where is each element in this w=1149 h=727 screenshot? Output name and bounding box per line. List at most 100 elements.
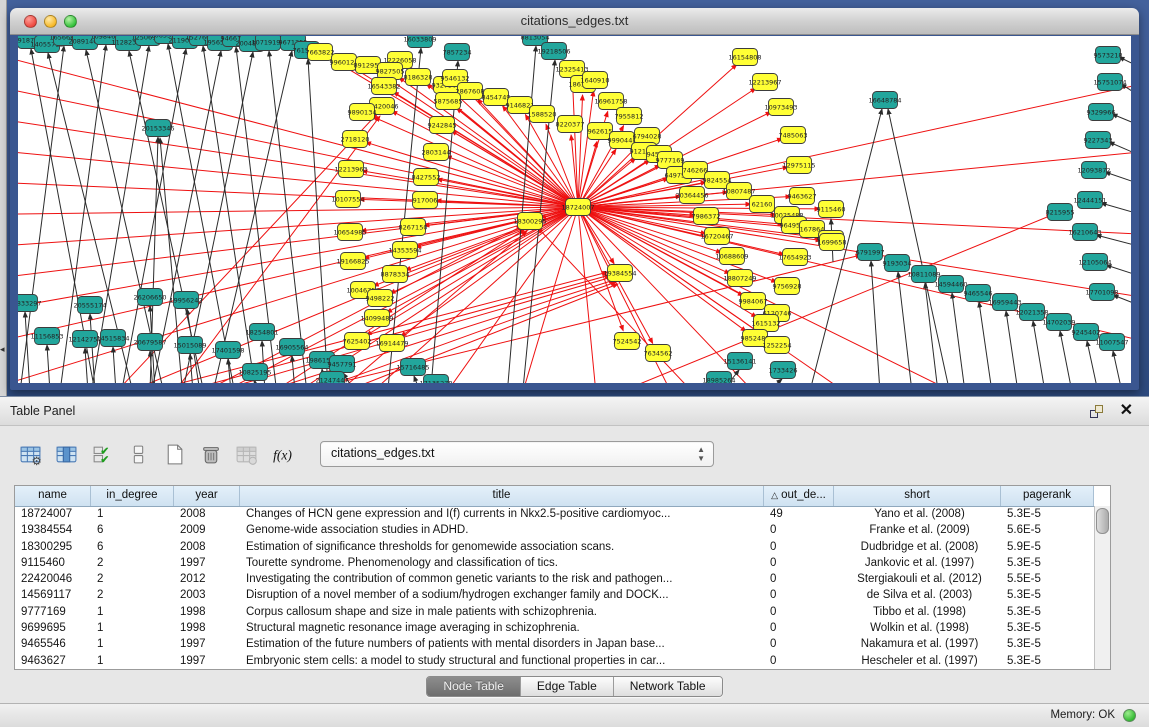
network-node[interactable]: 17401598: [211, 342, 244, 359]
network-node[interactable]: 8878334: [381, 266, 410, 283]
network-node[interactable]: 20364456: [675, 187, 708, 204]
show-columns-icon[interactable]: [50, 439, 82, 469]
network-node[interactable]: 16543382: [367, 78, 400, 95]
network-node[interactable]: 9984067: [739, 293, 768, 310]
network-node[interactable]: 12213967: [748, 74, 781, 91]
network-node[interactable]: 19166825: [336, 253, 369, 270]
network-node[interactable]: 19218506: [537, 43, 570, 60]
network-node[interactable]: 8220377: [556, 116, 585, 133]
network-node[interactable]: 8215955: [1046, 204, 1075, 221]
network-node[interactable]: 18254801: [245, 324, 278, 341]
column-header-in_degree[interactable]: in_degree: [91, 486, 174, 506]
table-row[interactable]: 2242004622012Investigating the contribut…: [15, 571, 1094, 587]
network-node[interactable]: 2803144: [422, 144, 451, 161]
column-header-short[interactable]: short: [834, 486, 1001, 506]
network-node[interactable]: 12093872: [1077, 162, 1110, 179]
network-node[interactable]: 9457791: [328, 356, 357, 373]
network-node[interactable]: 12213963: [334, 161, 367, 178]
network-node[interactable]: 9777169: [656, 152, 685, 169]
network-node[interactable]: 18985264: [702, 372, 735, 384]
network-node[interactable]: 9498222: [366, 290, 395, 307]
float-panel-icon[interactable]: [1089, 404, 1105, 420]
network-node[interactable]: 10654985: [333, 224, 366, 241]
network-node[interactable]: 12975115: [782, 157, 815, 174]
table-row[interactable]: 977716911998Corpus callosum shape and si…: [15, 604, 1094, 620]
network-node[interactable]: 17701098: [1085, 284, 1118, 301]
row-stack-icon[interactable]: [122, 439, 154, 469]
table-row[interactable]: 1456911722003Disruption of a novel membe…: [15, 587, 1094, 603]
network-node[interactable]: 8427552: [412, 169, 441, 186]
collapse-arrow-icon[interactable]: ◂: [0, 344, 5, 355]
network-node[interactable]: 1252254: [763, 337, 792, 354]
network-node[interactable]: 20555174: [73, 297, 106, 314]
network-node[interactable]: 20153346: [141, 120, 174, 137]
new-document-icon[interactable]: [158, 439, 190, 469]
table-row[interactable]: 911546021997Tourette syndrome. Phenomeno…: [15, 555, 1094, 571]
network-node[interactable]: 21247447: [315, 372, 348, 384]
network-node[interactable]: 7524542: [613, 333, 642, 350]
network-node[interactable]: 16210643: [1068, 224, 1101, 241]
network-node[interactable]: 18807249: [723, 270, 756, 287]
network-node[interactable]: 9890134: [348, 104, 377, 121]
network-node[interactable]: 18724007: [561, 199, 594, 216]
network-node[interactable]: 1615132: [752, 315, 781, 332]
network-node[interactable]: 11007547: [1095, 334, 1128, 351]
network-node[interactable]: 7986372: [692, 208, 721, 225]
network-node[interactable]: 19956242: [169, 292, 202, 309]
network-node[interactable]: 17654923: [778, 249, 811, 266]
network-node[interactable]: 12444151: [1073, 192, 1106, 209]
network-node[interactable]: 16033809: [403, 36, 436, 48]
table-select-dropdown[interactable]: citations_edges.txt▲▼: [320, 441, 714, 467]
network-node[interactable]: 8267150: [399, 219, 428, 236]
column-header-year[interactable]: year: [174, 486, 240, 506]
network-node[interactable]: 6794028: [633, 128, 662, 145]
scrollbar-thumb[interactable]: [1096, 508, 1109, 534]
network-node[interactable]: 16154808: [728, 49, 761, 66]
table-row[interactable]: 1938455462009Genome-wide association stu…: [15, 522, 1094, 538]
network-node[interactable]: 16961758: [594, 93, 627, 110]
network-node[interactable]: 14099489: [360, 310, 393, 327]
network-node[interactable]: 8186328: [404, 69, 433, 86]
network-node[interactable]: 917006: [413, 192, 438, 209]
column-header-pagerank[interactable]: pagerank: [1001, 486, 1094, 506]
network-node[interactable]: 10825195: [238, 364, 271, 381]
column-header-out_de[interactable]: △out_de...: [764, 486, 834, 506]
network-node[interactable]: 9115460: [817, 201, 846, 218]
window-titlebar[interactable]: citations_edges.txt: [10, 8, 1139, 35]
tab-edge-table[interactable]: Edge Table: [521, 677, 614, 696]
network-node[interactable]: 2718120: [341, 131, 370, 148]
network-node[interactable]: 16905564: [275, 339, 308, 356]
network-node[interactable]: 9242845: [428, 117, 457, 134]
network-node[interactable]: 1640910: [581, 72, 610, 89]
network-node[interactable]: 15015089: [173, 337, 206, 354]
function-builder-icon[interactable]: f(x): [266, 439, 298, 469]
network-node[interactable]: 12105064: [1078, 254, 1111, 271]
network-node[interactable]: 7857234: [443, 44, 472, 61]
tab-network-table[interactable]: Network Table: [614, 677, 722, 696]
network-node[interactable]: 10688609: [715, 248, 748, 265]
vertical-scrollbar[interactable]: [1094, 506, 1110, 669]
network-node[interactable]: 20679587: [133, 334, 166, 351]
column-header-name[interactable]: name: [15, 486, 91, 506]
network-node[interactable]: 15716485: [396, 359, 429, 376]
network-node[interactable]: 16914479: [375, 335, 408, 352]
network-node[interactable]: 19384554: [603, 265, 636, 282]
column-header-title[interactable]: title: [240, 486, 764, 506]
table-row[interactable]: 946554611997Estimation of the future num…: [15, 636, 1094, 652]
network-node[interactable]: 9827505: [376, 63, 405, 80]
table-row[interactable]: 969969511998Structural magnetic resonanc…: [15, 620, 1094, 636]
network-node[interactable]: 9329966: [1087, 104, 1116, 121]
network-node[interactable]: 16720467: [700, 228, 733, 245]
network-node[interactable]: 1699658: [818, 234, 847, 251]
select-rows-icon[interactable]: ✔✔: [86, 439, 118, 469]
network-node[interactable]: 18300295: [513, 213, 546, 230]
network-node[interactable]: 9573218: [1094, 47, 1123, 64]
network-node[interactable]: 9463627: [788, 188, 817, 205]
table-row[interactable]: 1830029562008Estimation of significance …: [15, 539, 1094, 555]
network-node[interactable]: 10107554: [331, 191, 364, 208]
network-node[interactable]: 11156853: [30, 328, 63, 345]
network-node[interactable]: 7955812: [615, 108, 644, 125]
network-node[interactable]: 7625402: [343, 333, 372, 350]
network-node[interactable]: 15136141: [723, 353, 756, 370]
network-node[interactable]: 1733426: [769, 362, 798, 379]
